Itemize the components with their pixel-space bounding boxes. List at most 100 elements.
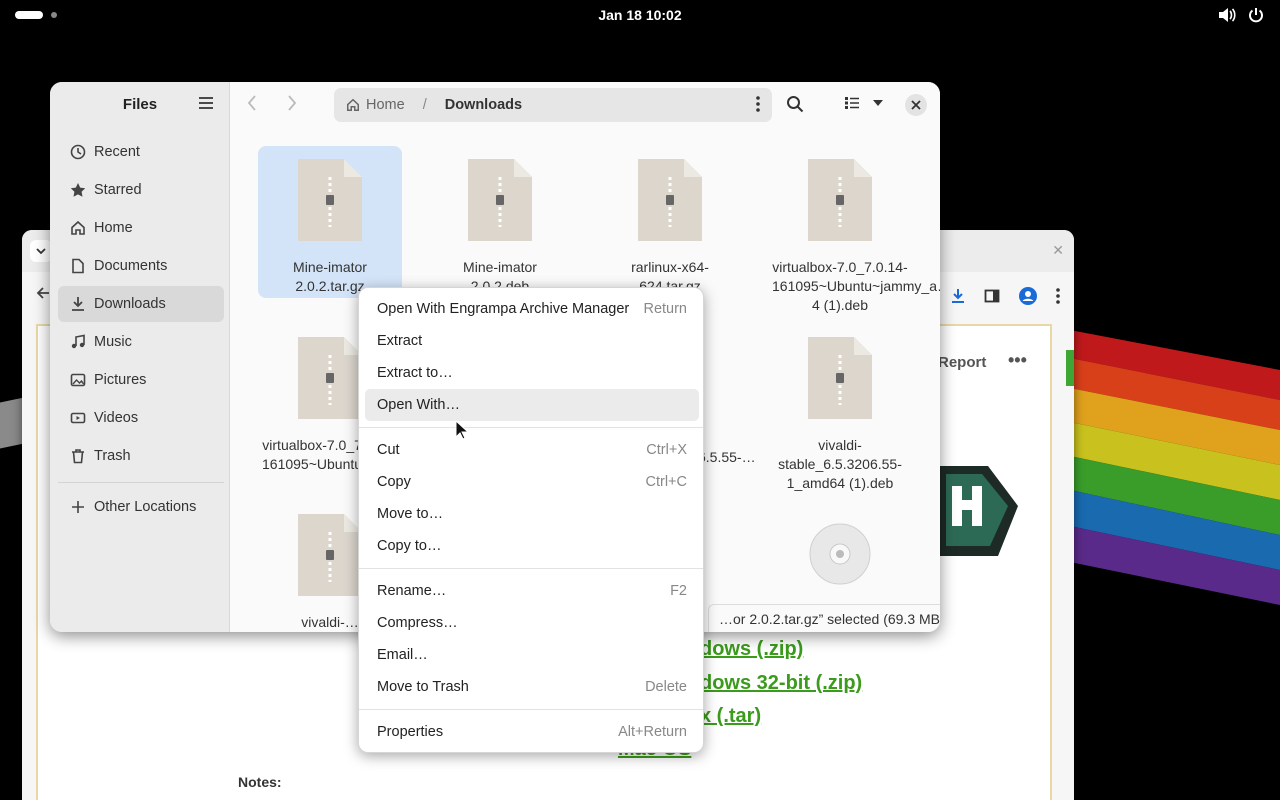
file-name: vivaldi-stable_6.5.3206.55-1_amd64 (1).d… (778, 437, 902, 491)
close-icon (911, 100, 921, 110)
menu-item-label: Move to Trash (377, 679, 469, 695)
music-icon (71, 334, 85, 349)
back-button[interactable] (246, 94, 258, 115)
file-item[interactable]: Mine-imator 2.0.2.tar.gz (258, 146, 402, 298)
mine-imator-logo (938, 466, 1018, 556)
menu-item-shortcut: Delete (645, 679, 687, 695)
menu-item-label: Open With Engrampa Archive Manager (377, 301, 630, 317)
menu-item-email[interactable]: Email… (365, 639, 699, 671)
path-menu-button[interactable] (756, 96, 760, 116)
clock[interactable]: Jan 18 10:02 (0, 7, 1280, 23)
menu-item-label: Extract to… (377, 365, 453, 381)
volume-icon (1219, 8, 1236, 22)
sidebar-item-starred[interactable]: Starred (58, 172, 224, 208)
notes-heading: Notes: (238, 774, 282, 790)
chevron-left-icon (247, 95, 256, 111)
file-item[interactable]: vivaldi-stable_6.5.3206.55-1_amd64 (1).d… (768, 324, 912, 493)
sidebar-item-documents[interactable]: Documents (58, 248, 224, 284)
browser-back-button[interactable] (36, 286, 50, 303)
sidebar-icon[interactable] (984, 288, 1000, 304)
sidebar-item-label: Downloads (94, 296, 166, 312)
menu-kebab-icon[interactable] (1056, 288, 1060, 304)
menu-item-shortcut: Return (643, 301, 687, 317)
sidebar-item-pictures[interactable]: Pictures (58, 362, 224, 398)
search-icon (787, 96, 804, 113)
file-item[interactable] (768, 501, 912, 603)
archive-file-icon (298, 337, 362, 419)
tab-list-button[interactable] (30, 240, 52, 262)
download-windows32-link[interactable]: dows 32-bit (.zip) (700, 672, 862, 695)
home-icon (71, 220, 85, 235)
path-separator: / (422, 97, 427, 113)
menu-item-open-with[interactable]: Open With… (365, 389, 699, 421)
sidebar-item-music[interactable]: Music (58, 324, 224, 360)
menu-item-shortcut: F2 (670, 583, 687, 599)
file-item[interactable]: rarlinux-x64-624.tar.gz (598, 146, 742, 296)
download-icon[interactable] (950, 288, 966, 304)
menu-item-compress[interactable]: Compress… (365, 607, 699, 639)
sidebar-item-home[interactable]: Home (58, 210, 224, 246)
menu-item-cut[interactable]: Cut Ctrl+X (365, 434, 699, 466)
menu-item-label: Open With… (377, 397, 460, 413)
menu-item-move-to-trash[interactable]: Move to Trash Delete (365, 671, 699, 703)
path-bar[interactable]: Home / Downloads (334, 88, 772, 122)
plus-icon (72, 501, 84, 513)
view-toggle[interactable] (844, 96, 884, 110)
close-window-button[interactable] (905, 94, 927, 116)
arrow-left-icon (36, 287, 49, 299)
menu-kebab-icon (756, 96, 760, 112)
forward-button[interactable] (286, 94, 298, 115)
chevron-right-icon (288, 95, 297, 111)
files-sidebar: Files Recent Starred Home Documents Down… (50, 82, 230, 632)
page-more-button[interactable]: ••• (1008, 350, 1027, 371)
power-icon (1249, 8, 1263, 23)
download-linux-link[interactable]: x (.tar) (700, 705, 761, 728)
menu-item-shortcut: Ctrl+X (646, 442, 687, 458)
menu-item-shortcut: Alt+Return (618, 724, 687, 740)
profile-icon[interactable] (1018, 286, 1038, 306)
sidebar-item-other-locations[interactable]: Other Locations (58, 489, 224, 525)
sidebar-item-downloads[interactable]: Downloads (58, 286, 224, 322)
menu-item-label: Extract (377, 333, 423, 349)
menu-item-rename[interactable]: Rename… F2 (365, 575, 699, 607)
hamburger-menu-button[interactable] (198, 96, 214, 113)
menu-item-open-with-engrampa[interactable]: Open With Engrampa Archive Manager Retur… (365, 293, 699, 325)
download-icon (72, 297, 84, 311)
menu-item-extract[interactable]: Extract (365, 325, 699, 357)
wallpaper-rainbow (1070, 330, 1280, 605)
search-button[interactable] (786, 95, 804, 116)
menu-item-extract-to[interactable]: Extract to… (365, 357, 699, 389)
archive-file-icon (638, 159, 702, 241)
menu-item-copy[interactable]: Copy Ctrl+C (365, 466, 699, 498)
top-bar: Jan 18 10:02 (0, 0, 1280, 32)
menu-item-copy-to[interactable]: Copy to… (365, 530, 699, 562)
sidebar-item-label: Documents (94, 258, 168, 274)
sidebar-item-trash[interactable]: Trash (58, 438, 224, 474)
menu-item-label: Compress… (377, 615, 458, 631)
menu-item-label: Rename… (377, 583, 447, 599)
browser-close-button[interactable]: ✕ (1052, 242, 1064, 259)
menu-separator (359, 709, 703, 710)
clock-icon (70, 144, 86, 160)
sidebar-item-label: Other Locations (94, 499, 197, 515)
menu-item-label: Copy (377, 474, 411, 490)
status-bar: …or 2.0.2.tar.gz” selected (69.3 MB) (708, 604, 940, 632)
sidebar-item-videos[interactable]: Videos (58, 400, 224, 436)
sidebar-item-label: Pictures (94, 372, 147, 388)
file-item[interactable]: Mine-imator 2.0.2.deb (428, 146, 572, 296)
path-current[interactable]: Downloads (445, 97, 522, 113)
sidebar-item-label: Starred (94, 182, 142, 198)
menu-separator (359, 568, 703, 569)
download-windows-link[interactable]: dows (.zip) (700, 638, 803, 661)
menu-item-move-to[interactable]: Move to… (365, 498, 699, 530)
system-tray[interactable] (1218, 7, 1264, 23)
file-name: virtualbox-7.0_7.0.14-161095~Ubuntu~jamm… (772, 259, 940, 313)
report-link[interactable]: Report (938, 354, 986, 371)
path-home-button[interactable]: Home (346, 97, 405, 113)
sidebar-item-recent[interactable]: Recent (58, 134, 224, 170)
file-item[interactable]: virtualbox-7.0_7.0.14-161095~Ubuntu~jamm… (768, 146, 940, 315)
document-icon (72, 258, 84, 274)
menu-item-properties[interactable]: Properties Alt+Return (365, 716, 699, 748)
wallpaper-streak (0, 397, 24, 449)
video-icon (70, 412, 86, 424)
